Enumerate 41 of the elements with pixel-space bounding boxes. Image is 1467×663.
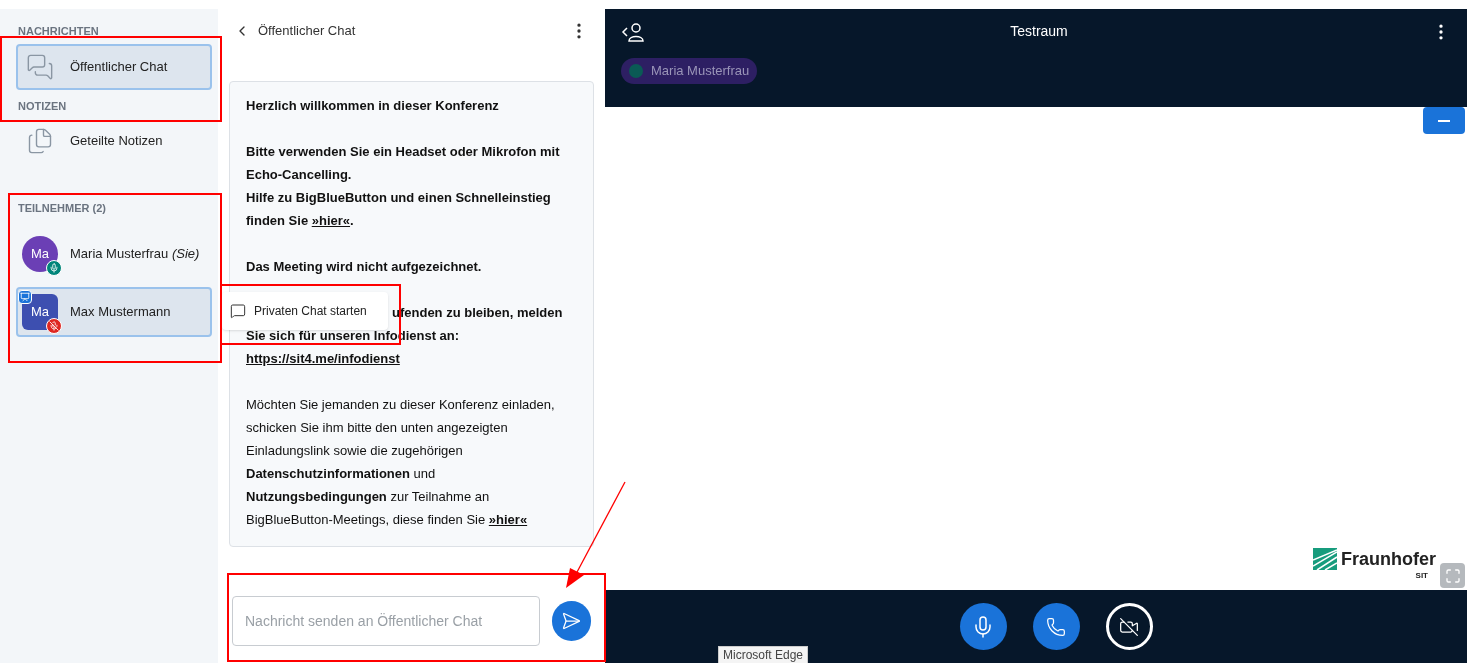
participant-item[interactable]: Ma Maria Musterfrau (Sie)	[16, 228, 212, 279]
back-button[interactable]: Öffentlicher Chat	[234, 21, 356, 41]
speech-bubbles-icon	[26, 52, 54, 81]
camera-button[interactable]	[1105, 603, 1153, 650]
phone-icon	[1046, 616, 1066, 637]
participant-name: Maria Musterfrau (Sie)	[70, 244, 200, 263]
message-input[interactable]: Nachricht senden an Öffentlicher Chat	[232, 596, 540, 646]
sidebar-item[interactable]: Geteilte Notizen	[16, 118, 212, 164]
message-text: Das Meeting wird nicht aufgezeichnet.	[246, 258, 482, 276]
logo-subtext: SIT	[1415, 570, 1428, 582]
audio-button[interactable]	[1032, 603, 1080, 650]
minus-icon	[1438, 119, 1450, 122]
user-list-icon[interactable]	[621, 21, 647, 42]
microphone-button[interactable]	[959, 603, 1007, 650]
speech-bubble-icon	[230, 303, 246, 319]
talker-name: Maria Musterfrau	[651, 62, 750, 80]
documents-icon	[26, 127, 54, 155]
section-heading: NOTIZEN	[17, 98, 68, 114]
link[interactable]: »hier«	[488, 512, 528, 527]
logo-mark-icon	[1313, 548, 1337, 570]
link[interactable]: https://sit4.me/infodienst	[246, 347, 400, 370]
send-button[interactable]	[551, 601, 591, 641]
context-tooltip[interactable]: Privaten Chat starten	[222, 292, 388, 330]
tooltip-text: Privaten Chat starten	[254, 303, 367, 320]
participant-name: Max Mustermann	[70, 302, 171, 321]
room-title: Testraum	[1010, 22, 1068, 41]
system-tooltip: Microsoft Edge	[718, 646, 809, 663]
fullscreen-icon	[1444, 567, 1461, 584]
section-heading: NACHRICHTEN	[17, 24, 100, 39]
message-text: Herzlich willkommen in dieser Konferenz	[246, 97, 499, 115]
message-text: Hilfe zu BigBlueButton und einen Schnelleinstieg finden Sie »hier«.	[246, 189, 552, 230]
minimize-button[interactable]	[1423, 107, 1465, 134]
message-text: Möchten Sie jemanden zu dieser Konferenz einladen, schicken Sie ihm bitte den unten angezeigten Einladungslink sowie die zugehörigen Datenschutzinformationen und Nutzungsbedingungen zur Teilnahme an BigBlueButton-Meetings, diese finden Sie »hier«	[246, 396, 556, 529]
camera-off-icon	[1119, 616, 1139, 637]
message-text: Bitte verwenden Sie ein Headset oder Mikrofon mit Echo-Cancelling.	[246, 143, 561, 184]
section-heading: TEILNEHMER (2)	[17, 201, 107, 216]
avatar: Ma	[22, 235, 58, 272]
send-icon	[561, 611, 582, 631]
logo-text: Fraunhofer	[1341, 550, 1436, 568]
sidebar-item[interactable]: Öffentlicher Chat	[16, 43, 212, 90]
participant-item[interactable]: Ma Max Mustermann	[16, 286, 212, 337]
